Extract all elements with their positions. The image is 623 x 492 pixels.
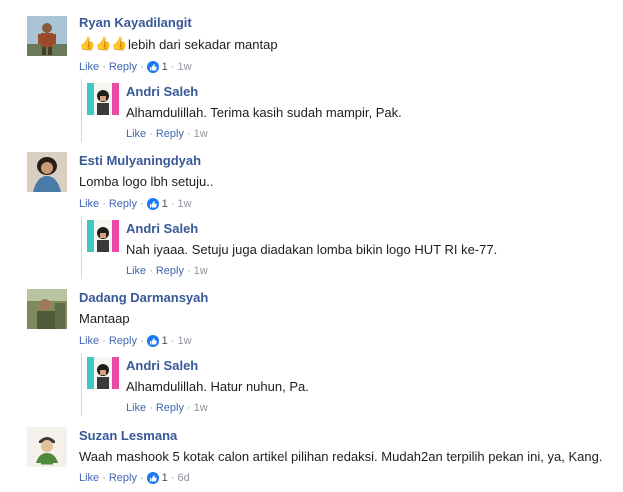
- like-link[interactable]: Like: [126, 402, 146, 414]
- like-count-badge[interactable]: 1: [146, 335, 168, 347]
- like-count-badge[interactable]: 1: [146, 472, 168, 484]
- avatar[interactable]: [27, 152, 67, 192]
- thumbs-up-icon: 👍: [95, 36, 112, 51]
- like-count-badge[interactable]: 1: [146, 198, 168, 210]
- reply-link[interactable]: Reply: [156, 128, 184, 140]
- reply-thread-line: [81, 216, 82, 279]
- avatar[interactable]: [27, 16, 67, 56]
- reply-link[interactable]: Reply: [109, 335, 137, 347]
- timestamp[interactable]: 1w: [177, 335, 191, 347]
- comment-text: Waah mashook 5 kotak calon artikel pilih…: [79, 449, 603, 464]
- comment-author[interactable]: Suzan Lesmana: [79, 428, 177, 443]
- avatar[interactable]: [87, 83, 119, 115]
- like-count-badge[interactable]: 1: [146, 61, 168, 73]
- reply-text: Nah iyaaa. Setuju juga diadakan lomba bi…: [126, 242, 498, 257]
- reply-actions: Like · Reply · 1w: [126, 128, 208, 140]
- reply-link[interactable]: Reply: [109, 198, 137, 210]
- avatar[interactable]: [27, 289, 67, 329]
- timestamp[interactable]: 1w: [177, 198, 191, 210]
- reply-thread-line: [81, 79, 82, 142]
- timestamp[interactable]: 1w: [194, 402, 208, 414]
- timestamp[interactable]: 1w: [177, 61, 191, 73]
- comment-author[interactable]: Dadang Darmansyah: [79, 290, 208, 305]
- like-link[interactable]: Like: [79, 335, 99, 347]
- reply-link[interactable]: Reply: [156, 265, 184, 277]
- emoji-group: 👍 👍 👍: [79, 36, 128, 52]
- comment-actions: Like · Reply · 1 · 1w: [79, 335, 192, 347]
- like-link[interactable]: Like: [79, 472, 99, 484]
- reply-author[interactable]: Andri Saleh: [126, 221, 198, 236]
- comment-text: Mantaap: [79, 311, 130, 326]
- thumbs-up-icon: 👍: [79, 36, 96, 51]
- comment-actions: Like · Reply · 1 · 1w: [79, 198, 192, 210]
- like-thumb-icon: [146, 198, 159, 210]
- thumbs-up-icon: 👍: [111, 36, 128, 51]
- avatar[interactable]: [27, 427, 67, 467]
- reply-thread-line: [81, 353, 82, 416]
- like-link[interactable]: Like: [79, 198, 99, 210]
- comment-author[interactable]: Ryan Kayadilangit: [79, 15, 192, 30]
- avatar[interactable]: [87, 357, 119, 389]
- comment-text: lebih dari sekadar mantap: [128, 37, 278, 52]
- avatar[interactable]: [87, 220, 119, 252]
- like-link[interactable]: Like: [79, 61, 99, 73]
- comment-actions: Like · Reply · 1 · 1w: [79, 61, 192, 73]
- timestamp[interactable]: 1w: [194, 128, 208, 140]
- comment-author[interactable]: Esti Mulyaningdyah: [79, 153, 201, 168]
- reply-link[interactable]: Reply: [156, 402, 184, 414]
- timestamp[interactable]: 1w: [194, 265, 208, 277]
- reply-link[interactable]: Reply: [109, 61, 137, 73]
- reply-link[interactable]: Reply: [109, 472, 137, 484]
- reply-text: Alhamdulillah. Hatur nuhun, Pa.: [126, 379, 309, 394]
- comment-text: Lomba logo lbh setuju..: [79, 174, 214, 189]
- like-link[interactable]: Like: [126, 128, 146, 140]
- timestamp[interactable]: 6d: [177, 472, 189, 484]
- reply-author[interactable]: Andri Saleh: [126, 358, 198, 373]
- like-link[interactable]: Like: [126, 265, 146, 277]
- like-thumb-icon: [146, 472, 159, 484]
- reply-text: Alhamdulillah. Terima kasih sudah mampir…: [126, 105, 402, 120]
- comment-actions: Like · Reply · 1 · 6d: [79, 472, 190, 484]
- like-thumb-icon: [146, 335, 159, 347]
- reply-actions: Like · Reply · 1w: [126, 402, 208, 414]
- reply-author[interactable]: Andri Saleh: [126, 84, 198, 99]
- like-thumb-icon: [146, 61, 159, 73]
- reply-actions: Like · Reply · 1w: [126, 265, 208, 277]
